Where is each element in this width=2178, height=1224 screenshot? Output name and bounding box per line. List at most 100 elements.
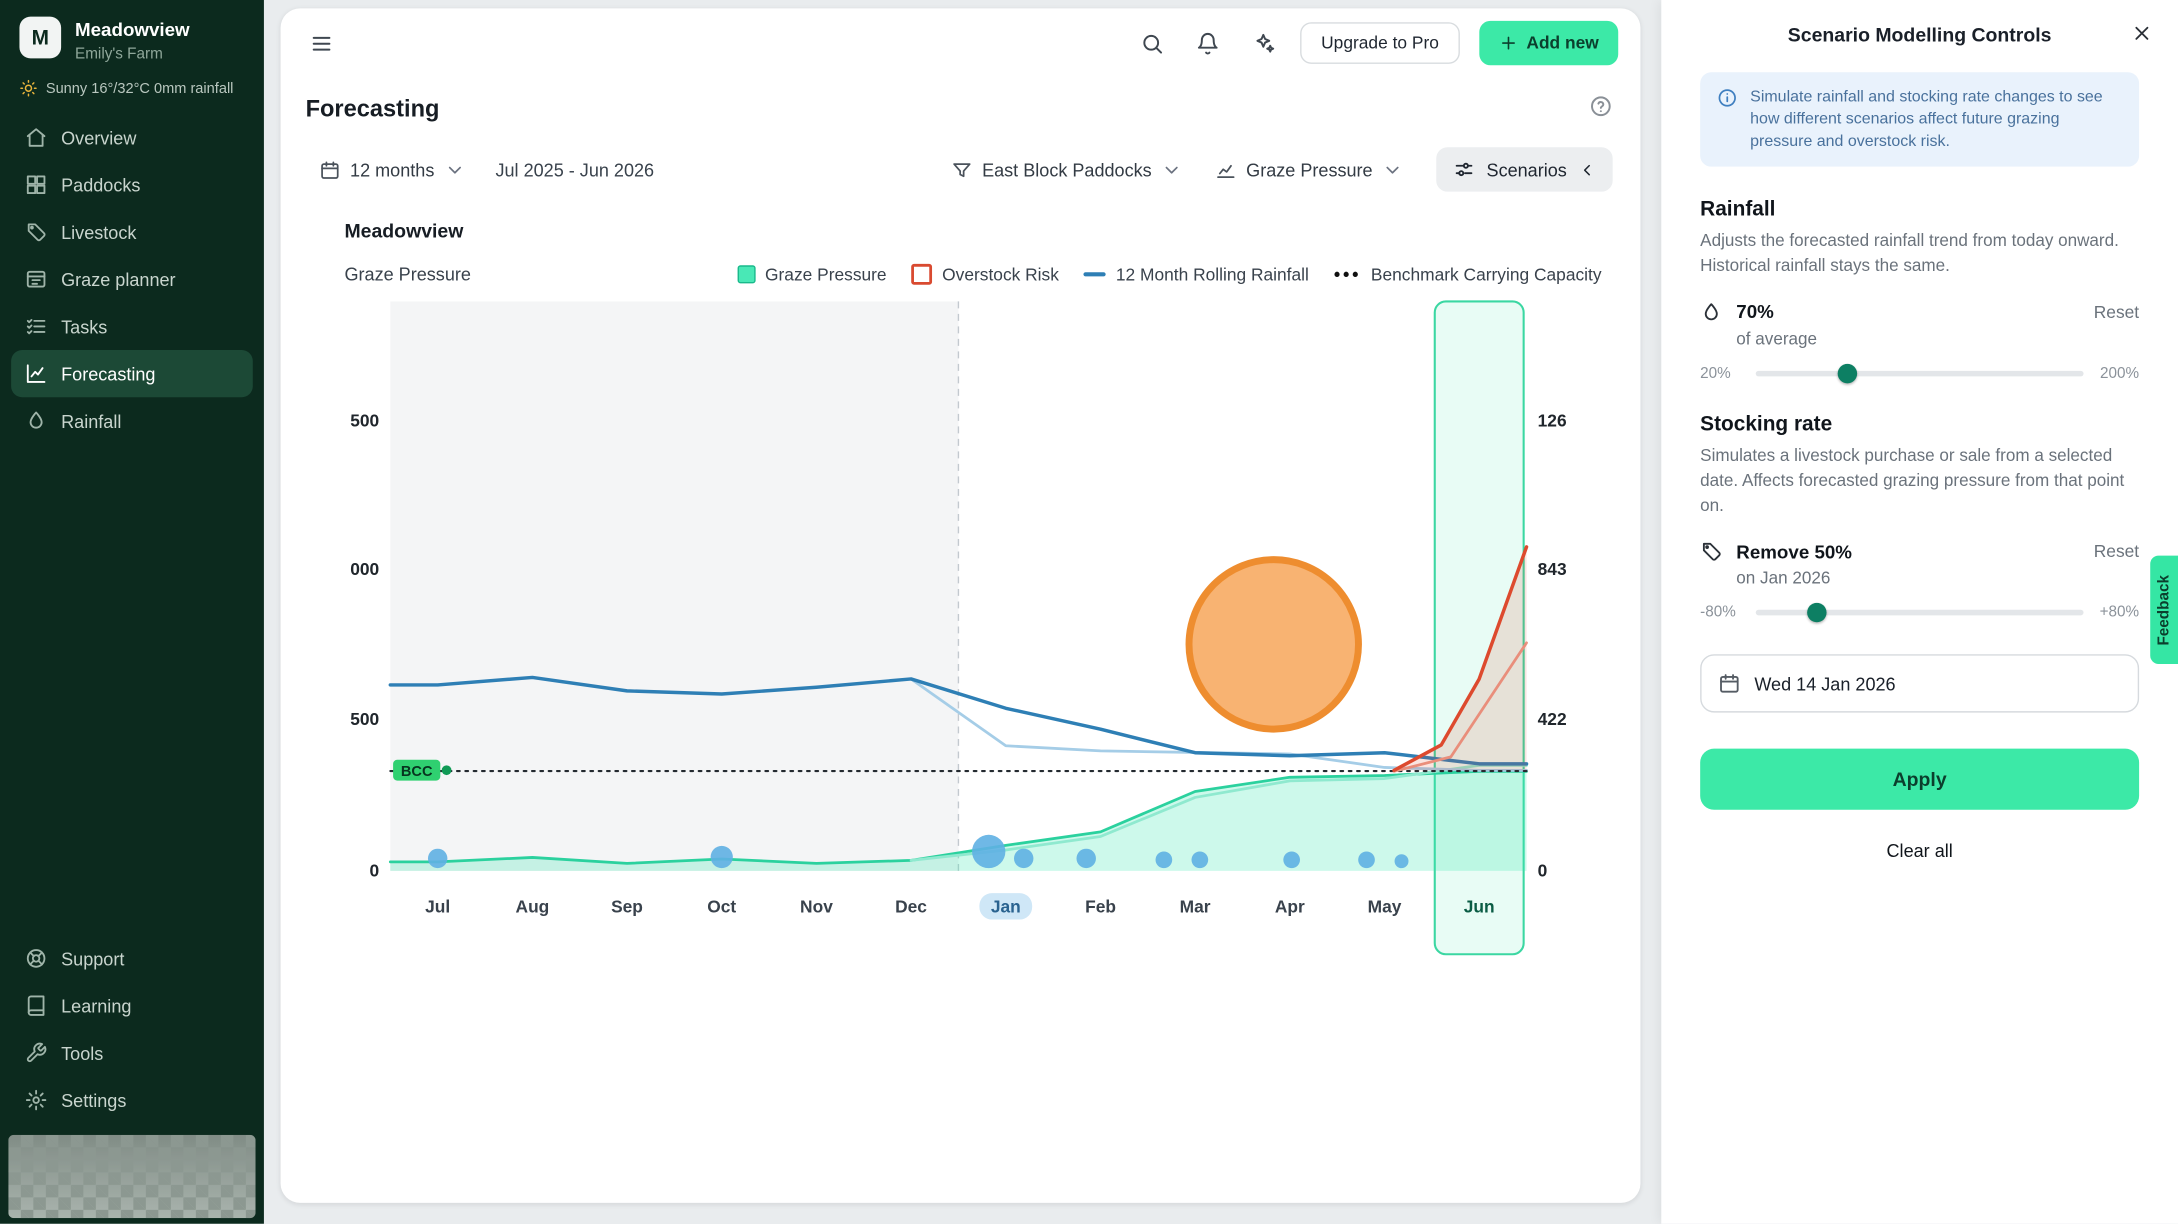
filter-icon	[952, 159, 973, 180]
period-select[interactable]: 12 months	[319, 159, 464, 180]
sidebar-item-livestock[interactable]: Livestock	[11, 209, 253, 256]
stocking-slider: -80% +80%	[1700, 605, 2139, 622]
rainfall-slider-track[interactable]	[1756, 371, 2084, 377]
legend-swatch-blue-line	[1084, 272, 1106, 276]
question-icon	[1589, 94, 1613, 118]
rainfall-slider: 20% 200%	[1700, 365, 2139, 382]
svg-text:May: May	[1368, 897, 1402, 917]
chart-legend: Graze PressureOverstock Risk12 Month Rol…	[737, 264, 1601, 285]
weather-text: Sunny 16°/32°C 0mm rainfall	[46, 80, 234, 97]
period-label: 12 months	[350, 159, 434, 180]
metric-select[interactable]: Graze Pressure	[1216, 159, 1404, 180]
chart-line-icon	[1216, 159, 1237, 180]
add-new-button[interactable]: Add new	[1479, 21, 1618, 65]
sidebar-item-label: Tools	[61, 1042, 103, 1063]
chevron-down-icon	[1382, 159, 1403, 180]
info-box: Simulate rainfall and stocking rate chan…	[1700, 72, 2139, 167]
chevron-left-icon	[1578, 160, 1596, 178]
rainfall-slider-thumb[interactable]	[1837, 364, 1856, 383]
sidebar-item-paddocks[interactable]: Paddocks	[11, 161, 253, 208]
rainfall-reset-button[interactable]: Reset	[2094, 303, 2139, 322]
drop-icon	[25, 410, 47, 432]
rainfall-value: 70%	[1736, 302, 1774, 323]
svg-text:000: 000	[350, 559, 379, 579]
rainfall-sub-label: of average	[1736, 329, 2139, 348]
sidebar-item-learning[interactable]: Learning	[11, 982, 253, 1029]
sidebar-item-settings[interactable]: Settings	[11, 1076, 253, 1123]
ai-assist-button[interactable]	[1245, 25, 1281, 61]
svg-text:0: 0	[370, 860, 380, 880]
legend-label: Overstock Risk	[942, 265, 1059, 284]
tag-icon	[25, 221, 47, 243]
home-icon	[25, 127, 47, 149]
forecast-chart[interactable]: BCC50000050001268434220JulAugSepOctNovDe…	[303, 288, 1611, 983]
redacted-user-info	[8, 1135, 255, 1218]
legend-item: Overstock Risk	[912, 264, 1059, 285]
date-picker-value: Wed 14 Jan 2026	[1754, 674, 1895, 695]
clear-all-button[interactable]: Clear all	[1700, 841, 2139, 862]
stocking-description: Simulates a livestock purchase or sale f…	[1700, 444, 2139, 518]
page-title: Forecasting	[306, 96, 440, 124]
menu-button[interactable]	[303, 25, 339, 61]
svg-text:Aug: Aug	[516, 897, 550, 917]
sidebar-nav: OverviewPaddocks Livestock Graze planner Ta…	[0, 111, 264, 447]
legend-item: Graze Pressure	[737, 265, 886, 284]
sidebar-item-forecasting[interactable]: Forecasting	[11, 350, 253, 397]
metric-label: Graze Pressure	[1246, 159, 1372, 180]
sidebar-item-tasks[interactable]: Tasks	[11, 303, 253, 350]
svg-text:BCC: BCC	[401, 764, 433, 780]
legend-label: Benchmark Carrying Capacity	[1371, 265, 1602, 284]
svg-text:Sep: Sep	[611, 897, 643, 917]
svg-text:843: 843	[1538, 559, 1567, 579]
sidebar-item-label: Settings	[61, 1090, 126, 1111]
calendar-icon	[1718, 673, 1740, 695]
sidebar-item-label: Tasks	[61, 316, 107, 337]
feedback-tab[interactable]: Feedback	[2150, 556, 2178, 664]
sidebar-footer-nav: Support Learning Tools Settings	[0, 932, 264, 1126]
scenarios-label: Scenarios	[1487, 159, 1567, 180]
apply-button[interactable]: Apply	[1700, 749, 2139, 810]
svg-text:Feb: Feb	[1085, 897, 1116, 917]
svg-text:Oct: Oct	[707, 897, 736, 917]
info-text: Simulate rainfall and stocking rate chan…	[1750, 86, 2122, 153]
close-icon	[2131, 22, 2153, 44]
stocking-slider-max: +80%	[2097, 605, 2139, 622]
scenarios-button[interactable]: Scenarios	[1437, 147, 1613, 191]
rainfall-slider-max: 200%	[2097, 365, 2139, 382]
search-button[interactable]	[1134, 25, 1170, 61]
notifications-button[interactable]	[1189, 25, 1225, 61]
sidebar-item-label: Rainfall	[61, 411, 121, 432]
date-picker-field[interactable]: Wed 14 Jan 2026	[1700, 655, 2139, 713]
paddock-filter-select[interactable]: East Block Paddocks	[952, 159, 1183, 180]
chart-axis-title: Graze Pressure	[344, 264, 470, 285]
sidebar-item-overview[interactable]: Overview	[11, 114, 253, 161]
svg-text:Nov: Nov	[800, 897, 833, 917]
stocking-reset-button[interactable]: Reset	[2094, 542, 2139, 561]
stocking-slider-thumb[interactable]	[1807, 603, 1826, 622]
svg-text:126: 126	[1538, 410, 1567, 430]
planner-icon	[25, 268, 47, 290]
panel-close-button[interactable]	[2131, 22, 2153, 48]
sidebar-item-rainfall[interactable]: Rainfall	[11, 398, 253, 445]
sidebar-item-tools[interactable]: Tools	[11, 1029, 253, 1076]
sidebar-item-support[interactable]: Support	[11, 935, 253, 982]
stocking-slider-track[interactable]	[1756, 610, 2084, 616]
farm-logo[interactable]: M	[19, 17, 61, 59]
upgrade-button[interactable]: Upgrade to Pro	[1300, 22, 1459, 64]
sun-icon	[19, 79, 37, 97]
grid-icon	[25, 174, 47, 196]
help-button[interactable]	[1589, 94, 1613, 125]
main-content: Upgrade to Pro Add new Forecasting 12 mo…	[281, 8, 1641, 1203]
sidebar-item-label: Graze planner	[61, 269, 175, 290]
bell-icon	[1195, 31, 1219, 55]
sidebar-item-graze-planner[interactable]: Graze planner	[11, 256, 253, 303]
stocking-heading: Stocking rate	[1700, 412, 2139, 436]
sidebar-item-label: Livestock	[61, 222, 136, 243]
calendar-icon	[319, 159, 340, 180]
svg-text:Apr: Apr	[1275, 897, 1305, 917]
tasks-icon	[25, 316, 47, 338]
svg-text:Jan: Jan	[991, 897, 1021, 917]
sidebar-item-label: Learning	[61, 995, 131, 1016]
sidebar: M Meadowview Emily's Farm Sunny 16°/32°C…	[0, 0, 264, 1224]
svg-text:0: 0	[1538, 860, 1548, 880]
